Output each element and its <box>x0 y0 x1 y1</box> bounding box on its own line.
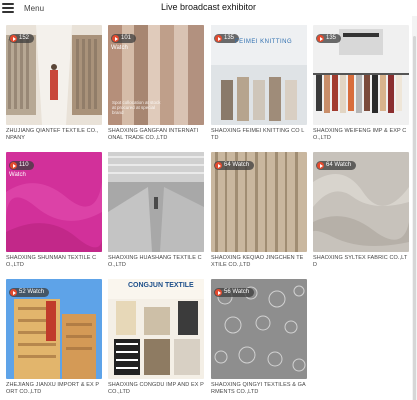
viewer-count-badge: 56 Watch <box>214 288 255 297</box>
exhibitor-name[interactable]: SHAOXING HUASHANG TEXTILE CO.,LTD <box>108 255 204 269</box>
exhibitor-card[interactable]: 56 Watch SHAOXING QINGYI TEXTILES & GARM… <box>211 279 307 399</box>
exhibitor-name[interactable]: SHAOXING GANGFAN INTERNATI ONAL TRADE CO… <box>108 128 204 142</box>
exhibitor-thumbnail[interactable]: 110 Watch <box>6 152 102 252</box>
live-icon <box>10 289 17 296</box>
exhibitor-name[interactable]: SHAOXING KEQIAO JINGCHEN TE XTILE CO.,LT… <box>211 255 307 269</box>
exhibitor-thumbnail[interactable]: 101 Watch Spot collocation at stock at p… <box>108 25 204 125</box>
live-icon <box>215 289 222 296</box>
page-title: Live broadcast exhibitor <box>160 2 257 12</box>
live-icon <box>317 162 324 169</box>
exhibitor-card[interactable]: CONGJUN TEXTILE SHAOXING CONGDU IMP AND … <box>108 279 204 399</box>
exhibitor-card[interactable]: 64 Watch SHAOXING KEQIAO JINGCHEN TE XTI… <box>211 152 307 272</box>
top-bar: Menu Live broadcast exhibitor <box>0 0 417 16</box>
scrollbar[interactable] <box>412 16 417 400</box>
fashion-collage-image <box>108 279 204 379</box>
exhibitor-thumbnail[interactable]: CONGJUN TEXTILE <box>108 279 204 379</box>
exhibitor-thumbnail[interactable]: 152 <box>6 25 102 125</box>
overlay-caption: Spot collocation at stock at procured at… <box>112 100 161 115</box>
exhibitor-name[interactable]: ZHUJIANG QIANTEF TEXTILE CO., NPANY <box>6 128 102 142</box>
live-icon <box>112 35 119 42</box>
watch-label: Watch <box>9 172 26 178</box>
scrollbar-thumb[interactable] <box>413 36 416 400</box>
viewer-count-badge: 110 <box>9 161 34 170</box>
viewer-count-badge: 152 <box>9 34 35 43</box>
brand-sign: FEIMEI KNITTING <box>235 39 293 45</box>
exhibitor-card[interactable]: 135 SHAOXING WEIFENG IMP & EXP CO.,LTD <box>313 25 409 145</box>
live-icon <box>10 162 17 169</box>
exhibitor-name[interactable]: ZHEJIANG JIANXU IMPORT & EX PORT CO.,LTD <box>6 382 102 396</box>
live-icon <box>10 35 17 42</box>
exhibitor-card[interactable]: SHAOXING HUASHANG TEXTILE CO.,LTD <box>108 152 204 272</box>
exhibitor-thumbnail[interactable]: 52 Watch <box>6 279 102 379</box>
exhibitor-card[interactable]: 101 Watch Spot collocation at stock at p… <box>108 25 204 145</box>
viewer-count-badge: 101 <box>111 34 137 43</box>
exhibitor-card[interactable]: 52 Watch ZHEJIANG JIANXU IMPORT & EX POR… <box>6 279 102 399</box>
watch-label: Watch <box>111 45 128 51</box>
viewer-count-badge: 64 Watch <box>214 161 255 170</box>
viewer-count-badge: 135 <box>316 34 342 43</box>
exhibitor-name[interactable]: SHAOXING SHUNMAN TEXTILE C O.,LTD <box>6 255 102 269</box>
viewer-count-badge: 64 Watch <box>316 161 357 170</box>
exhibitor-thumbnail[interactable]: 64 Watch <box>211 152 307 252</box>
exhibitor-thumbnail[interactable]: 64 Watch <box>313 152 409 252</box>
exhibitor-name[interactable]: SHAOXING WEIFENG IMP & EXP CO.,LTD <box>313 128 409 142</box>
viewer-count-badge: 52 Watch <box>9 288 50 297</box>
live-icon <box>317 35 324 42</box>
exhibitor-card[interactable]: 152 ZHUJIANG QIANTEF TEXTILE CO., NPANY <box>6 25 102 145</box>
exhibitor-thumbnail[interactable] <box>108 152 204 252</box>
brand-sign: CONGJUN TEXTILE <box>128 282 194 289</box>
exhibitor-name[interactable]: SHAOXING SYLTEX FABRIC CO.,LT D <box>313 255 409 269</box>
exhibitor-thumbnail[interactable]: 135 FEIMEI KNITTING <box>211 25 307 125</box>
exhibitor-thumbnail[interactable]: 135 <box>313 25 409 125</box>
factory-floor-image <box>108 152 204 252</box>
exhibitor-card[interactable]: 64 Watch SHAOXING SYLTEX FABRIC CO.,LT D <box>313 152 409 272</box>
exhibitor-name[interactable]: SHAOXING CONGDU IMP AND EX P CO.,LTD <box>108 382 204 396</box>
exhibitor-name[interactable]: SHAOXING QINGYI TEXTILES & GARMENTS CO.,… <box>211 382 307 396</box>
exhibitor-card[interactable]: 110 Watch SHAOXING SHUNMAN TEXTILE C O.,… <box>6 152 102 272</box>
live-icon <box>215 162 222 169</box>
exhibitor-card[interactable]: 135 FEIMEI KNITTING SHAOXING FEIMEI KNIT… <box>211 25 307 145</box>
live-icon <box>215 35 222 42</box>
exhibitor-name[interactable]: SHAOXING FEIMEI KNITTING CO LTD <box>211 128 307 142</box>
exhibitor-thumbnail[interactable]: 56 Watch <box>211 279 307 379</box>
